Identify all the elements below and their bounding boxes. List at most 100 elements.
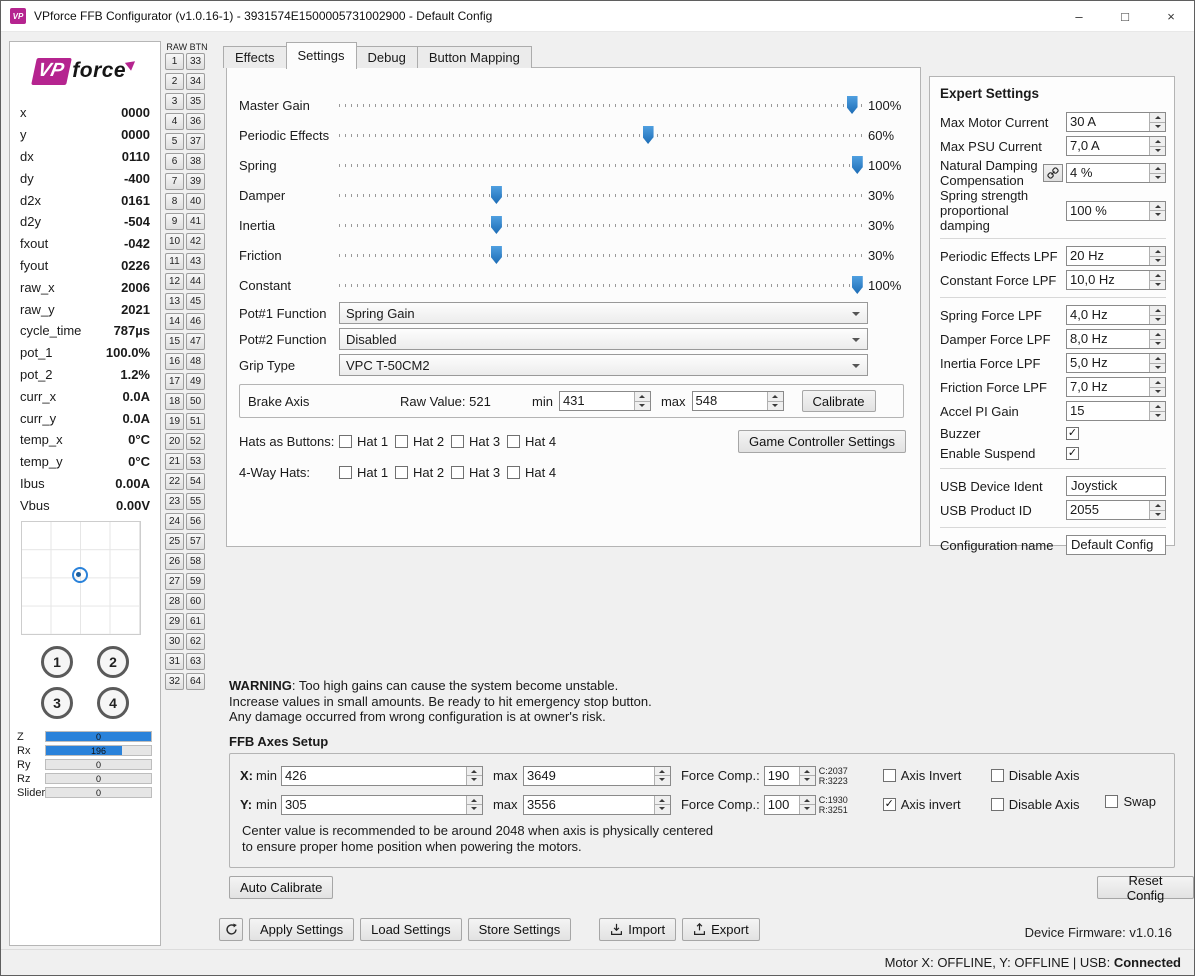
tab-button-mapping[interactable]: Button Mapping	[416, 46, 532, 68]
swap-checkbox-box[interactable]	[1105, 795, 1119, 808]
raw-button-57[interactable]: 57	[186, 533, 205, 550]
friction-force-lpf-spinner-down-button[interactable]	[1150, 386, 1165, 396]
x-force-comp-spinner-up-button[interactable]	[799, 766, 815, 775]
import-button[interactable]: Import	[599, 918, 677, 941]
raw-button-31[interactable]: 31	[165, 653, 184, 670]
accel-pi-gain-spinner-up-button[interactable]	[1150, 402, 1165, 411]
brake-max-spinner-up-button[interactable]	[767, 392, 783, 401]
pot-2-function-dropdown[interactable]: Disabled	[339, 328, 868, 350]
natural-damping-compensation-spinner-down-button[interactable]	[1150, 172, 1165, 182]
inertia-force-lpf-spinner-up-button[interactable]	[1150, 354, 1165, 363]
tab-effects[interactable]: Effects	[223, 46, 287, 68]
accel-pi-gain-spinner-down-button[interactable]	[1150, 410, 1165, 420]
x-min-spinner-down-button[interactable]	[466, 775, 482, 785]
hats-as-buttons-hat-2-checkbox-box[interactable]	[395, 435, 408, 448]
spring-strength-proportional-damping-spinner[interactable]: 100 %	[1066, 200, 1166, 221]
slider-handle[interactable]	[846, 96, 858, 114]
damper-force-lpf-spinner[interactable]: 8,0 Hz	[1066, 329, 1166, 349]
damper-slider[interactable]	[339, 186, 862, 204]
accel-pi-gain-spinner[interactable]: 15	[1066, 401, 1166, 421]
tab-debug[interactable]: Debug	[355, 46, 418, 68]
link-icon[interactable]	[1043, 164, 1063, 182]
raw-button-8[interactable]: 8	[165, 193, 184, 210]
inertia-force-lpf-spinner[interactable]: 5,0 Hz	[1066, 353, 1166, 373]
y-max-spinner-down-button[interactable]	[654, 804, 670, 814]
inertia-slider[interactable]	[339, 216, 862, 234]
raw-button-1[interactable]: 1	[165, 53, 184, 70]
four-way-hats-hat-1-checkbox[interactable]: Hat 1	[339, 465, 395, 480]
y-max-spinner-up-button[interactable]	[654, 795, 670, 804]
x-max-spinner[interactable]: 3649	[522, 765, 671, 786]
raw-button-3[interactable]: 3	[165, 93, 184, 110]
raw-button-35[interactable]: 35	[186, 93, 205, 110]
hats-as-buttons-hat-3-checkbox-box[interactable]	[451, 435, 464, 448]
slider-handle[interactable]	[642, 126, 654, 144]
slider-handle[interactable]	[490, 246, 502, 264]
y-force-comp-spinner[interactable]: 100	[763, 794, 816, 815]
close-button[interactable]: ×	[1148, 1, 1194, 31]
constant-force-lpf-spinner-up-button[interactable]	[1150, 271, 1165, 280]
brake-max-spinner-down-button[interactable]	[767, 400, 783, 410]
buzzer-checkbox-box[interactable]: ✓	[1066, 426, 1079, 440]
x-min-spinner-up-button[interactable]	[466, 766, 482, 775]
round-button-1[interactable]: 1	[41, 646, 73, 678]
four-way-hats-hat-4-checkbox-box[interactable]	[507, 466, 520, 479]
raw-button-11[interactable]: 11	[165, 253, 184, 270]
raw-button-32[interactable]: 32	[165, 673, 184, 690]
reset-config-button[interactable]: Reset Config	[1097, 873, 1194, 903]
raw-button-49[interactable]: 49	[186, 373, 205, 390]
raw-button-23[interactable]: 23	[165, 493, 184, 510]
raw-button-50[interactable]: 50	[186, 393, 205, 410]
four-way-hats-hat-3-checkbox-box[interactable]	[451, 466, 464, 479]
grip-type-dropdown[interactable]: VPC T-50CM2	[339, 354, 868, 376]
raw-button-13[interactable]: 13	[165, 293, 184, 310]
minimize-button[interactable]: –	[1056, 1, 1102, 31]
friction-force-lpf-spinner[interactable]: 7,0 Hz	[1066, 377, 1166, 397]
raw-button-40[interactable]: 40	[186, 193, 205, 210]
friction-slider[interactable]	[339, 246, 862, 264]
four-way-hats-hat-2-checkbox-box[interactable]	[395, 466, 408, 479]
x-max-spinner-down-button[interactable]	[654, 775, 670, 785]
export-button[interactable]: Export	[682, 918, 760, 941]
y-min-spinner[interactable]: 305	[280, 794, 483, 815]
constant-force-lpf-spinner-down-button[interactable]	[1150, 279, 1165, 289]
brake-min-spinner[interactable]: 431	[558, 391, 651, 411]
y-force-comp-spinner-up-button[interactable]	[799, 795, 815, 804]
brake-min-spinner-down-button[interactable]	[634, 400, 650, 410]
hats-as-buttons-hat-1-checkbox-box[interactable]	[339, 435, 352, 448]
max-motor-current-spinner-up-button[interactable]	[1150, 113, 1165, 122]
x-max-spinner-up-button[interactable]	[654, 766, 670, 775]
x-disable-axis-checkbox[interactable]: Disable Axis	[990, 768, 1080, 783]
raw-button-39[interactable]: 39	[186, 173, 205, 190]
periodic-effects-lpf-spinner[interactable]: 20 Hz	[1066, 246, 1166, 266]
spring-force-lpf-spinner[interactable]: 4,0 Hz	[1066, 305, 1166, 325]
hats-as-buttons-hat-2-checkbox[interactable]: Hat 2	[395, 434, 451, 449]
max-motor-current-spinner-down-button[interactable]	[1150, 121, 1165, 131]
raw-button-16[interactable]: 16	[165, 353, 184, 370]
natural-damping-compensation-spinner[interactable]: 4 %	[1066, 163, 1166, 183]
four-way-hats-hat-4-checkbox[interactable]: Hat 4	[507, 465, 563, 480]
x-force-comp-spinner[interactable]: 190	[763, 765, 816, 786]
round-button-4[interactable]: 4	[97, 687, 129, 719]
constant-force-lpf-spinner[interactable]: 10,0 Hz	[1066, 270, 1166, 290]
spring-strength-proportional-damping-spinner-up-button[interactable]	[1150, 201, 1165, 210]
spring-force-lpf-spinner-up-button[interactable]	[1150, 306, 1165, 315]
max-psu-current-spinner-down-button[interactable]	[1150, 145, 1165, 155]
load-settings-button[interactable]: Load Settings	[360, 918, 462, 941]
raw-button-22[interactable]: 22	[165, 473, 184, 490]
x-min-spinner[interactable]: 426	[280, 765, 483, 786]
hats-as-buttons-hat-4-checkbox-box[interactable]	[507, 435, 520, 448]
four-way-hats-hat-3-checkbox[interactable]: Hat 3	[451, 465, 507, 480]
y-max-spinner[interactable]: 3556	[522, 794, 671, 815]
hats-as-buttons-hat-1-checkbox[interactable]: Hat 1	[339, 434, 395, 449]
raw-button-25[interactable]: 25	[165, 533, 184, 550]
periodic-effects-lpf-spinner-up-button[interactable]	[1150, 247, 1165, 256]
raw-button-59[interactable]: 59	[186, 573, 205, 590]
raw-button-43[interactable]: 43	[186, 253, 205, 270]
raw-button-54[interactable]: 54	[186, 473, 205, 490]
constant-slider[interactable]	[339, 276, 863, 294]
slider-handle[interactable]	[851, 156, 863, 174]
raw-button-26[interactable]: 26	[165, 553, 184, 570]
apply-settings-button[interactable]: Apply Settings	[249, 918, 355, 941]
hats-as-buttons-hat-4-checkbox[interactable]: Hat 4	[507, 434, 563, 449]
